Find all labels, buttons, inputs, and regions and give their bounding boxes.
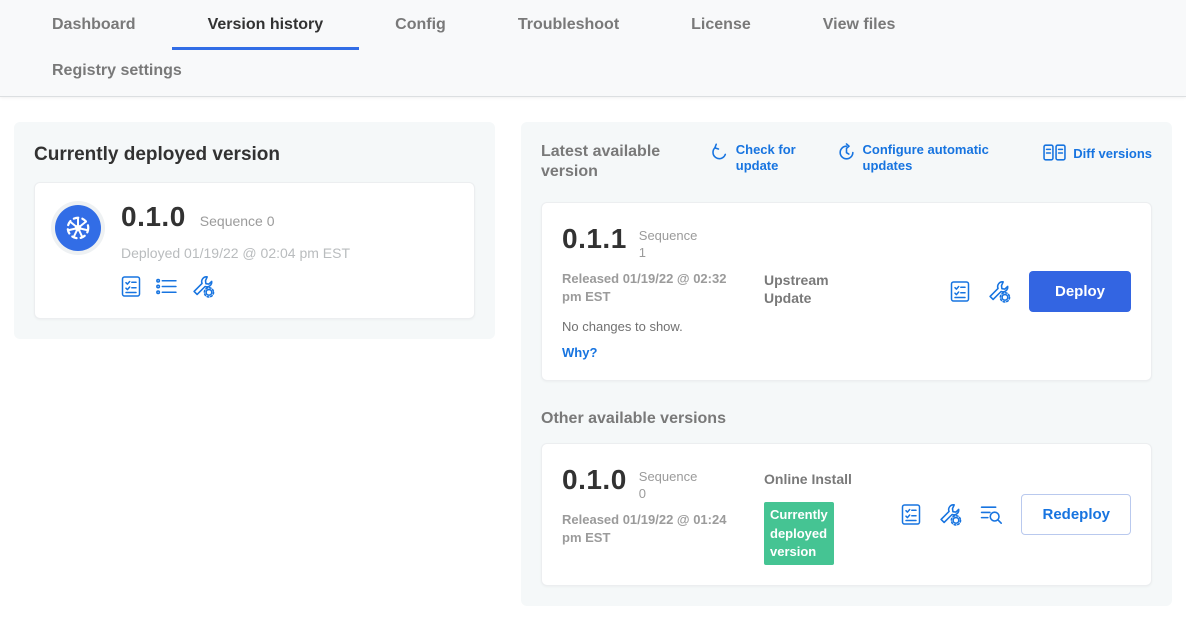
app-icon-ring — [51, 201, 105, 255]
latest-header: Latest available version Check for updat… — [541, 142, 1152, 182]
other-sequence: Sequence 0 — [639, 469, 701, 503]
check-for-update-label: Check for update — [736, 142, 808, 173]
kubernetes-icon — [55, 205, 101, 251]
latest-version-number: 0.1.1 — [562, 223, 627, 255]
configure-updates-link[interactable]: Configure automatic updates — [837, 142, 1015, 173]
deployed-version-number: 0.1.0 — [121, 201, 186, 233]
latest-sequence: Sequence 1 — [639, 228, 701, 262]
why-link[interactable]: Why? — [562, 345, 764, 360]
other-version-card: 0.1.0 Sequence 0 Released 01/19/22 @ 01:… — [541, 443, 1152, 586]
other-source-column: Online Install Currently deployed versio… — [764, 464, 901, 565]
config-wrench-icon[interactable] — [988, 280, 1011, 303]
tab-config[interactable]: Config — [359, 0, 482, 50]
currently-deployed-heading: Currently deployed version — [34, 144, 475, 166]
other-versions-heading: Other available versions — [541, 409, 1152, 429]
deployed-timestamp: Deployed 01/19/22 @ 02:04 pm EST — [121, 245, 350, 261]
latest-source-label: Upstream Update — [764, 271, 852, 307]
diff-versions-icon — [1043, 143, 1066, 166]
deploy-button[interactable]: Deploy — [1029, 271, 1131, 312]
deployed-sequence: Sequence 0 — [200, 213, 275, 229]
tab-dashboard[interactable]: Dashboard — [16, 0, 172, 50]
currently-deployed-badge: Currently deployed version — [764, 502, 834, 565]
top-navigation: Dashboard Version history Config Trouble… — [0, 0, 1186, 97]
tab-troubleshoot[interactable]: Troubleshoot — [482, 0, 655, 50]
latest-source-column: Upstream Update — [764, 223, 950, 360]
tab-row-secondary: Registry settings — [0, 50, 1186, 96]
config-wrench-icon[interactable] — [192, 275, 215, 298]
main-content: Currently deployed version — [0, 97, 1186, 606]
latest-available-panel: Latest available version Check for updat… — [521, 122, 1172, 606]
tab-version-history[interactable]: Version history — [172, 0, 360, 50]
latest-actions: Deploy — [950, 271, 1131, 312]
other-version-number: 0.1.0 — [562, 464, 627, 496]
auto-update-clock-icon — [837, 143, 856, 166]
deployed-version-card: 0.1.0 Sequence 0 Deployed 01/19/22 @ 02:… — [34, 182, 475, 319]
configure-updates-label: Configure automatic updates — [863, 142, 1015, 173]
preflight-checklist-icon[interactable] — [950, 280, 970, 303]
other-version-details: 0.1.0 Sequence 0 Released 01/19/22 @ 01:… — [562, 464, 764, 565]
latest-version-details: 0.1.1 Sequence 1 Released 01/19/22 @ 02:… — [562, 223, 764, 360]
other-released-timestamp: Released 01/19/22 @ 01:24 pm EST — [562, 511, 740, 547]
latest-version-card: 0.1.1 Sequence 1 Released 01/19/22 @ 02:… — [541, 202, 1152, 381]
config-wrench-icon[interactable] — [939, 503, 962, 526]
tab-view-files[interactable]: View files — [787, 0, 932, 50]
currently-deployed-panel: Currently deployed version — [14, 122, 495, 339]
tab-row-primary: Dashboard Version history Config Trouble… — [0, 0, 1186, 50]
diff-versions-label: Diff versions — [1073, 146, 1152, 162]
other-actions: Redeploy — [901, 494, 1131, 535]
file-search-icon[interactable] — [980, 504, 1003, 525]
preflight-checklist-icon[interactable] — [121, 275, 141, 298]
refresh-icon — [710, 143, 729, 166]
tab-license[interactable]: License — [655, 0, 787, 50]
deployed-action-icons — [121, 275, 350, 298]
diff-versions-link[interactable]: Diff versions — [1043, 142, 1152, 166]
redeploy-button[interactable]: Redeploy — [1021, 494, 1131, 535]
check-for-update-link[interactable]: Check for update — [710, 142, 808, 173]
other-source-label: Online Install — [764, 470, 852, 488]
latest-released-timestamp: Released 01/19/22 @ 02:32 pm EST — [562, 270, 740, 306]
tab-registry-settings[interactable]: Registry settings — [40, 50, 194, 96]
latest-available-heading: Latest available version — [541, 142, 681, 182]
no-changes-text: No changes to show. — [562, 319, 764, 334]
deployed-version-details: 0.1.0 Sequence 0 Deployed 01/19/22 @ 02:… — [121, 201, 350, 298]
preflight-checklist-icon[interactable] — [901, 503, 921, 526]
release-notes-icon[interactable] — [155, 277, 178, 296]
